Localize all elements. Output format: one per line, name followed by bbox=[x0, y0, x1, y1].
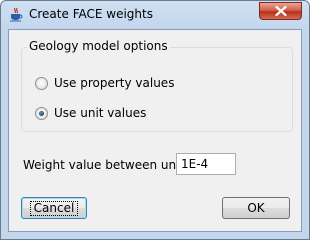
ok-button[interactable]: OK bbox=[222, 197, 290, 219]
close-button[interactable] bbox=[259, 2, 302, 20]
cancel-button[interactable]: Cancel bbox=[21, 197, 87, 219]
radio-button-unchecked[interactable] bbox=[35, 76, 48, 90]
geology-options-group: Geology model options Use property value… bbox=[21, 39, 293, 132]
weight-value-input[interactable] bbox=[176, 153, 236, 175]
window-title: Create FACE weights bbox=[29, 7, 153, 21]
title-bar[interactable]: Create FACE weights bbox=[1, 1, 309, 29]
ok-button-label: OK bbox=[247, 201, 265, 215]
radio-label: Use property values bbox=[54, 76, 175, 90]
group-title: Geology model options bbox=[27, 39, 170, 53]
radio-use-property-values[interactable]: Use property values bbox=[35, 75, 174, 91]
java-cup-icon bbox=[9, 7, 23, 22]
close-icon bbox=[275, 6, 287, 16]
dialog-content: Geology model options Use property value… bbox=[8, 29, 302, 232]
radio-label: Use unit values bbox=[54, 106, 147, 120]
dialog-window: Create FACE weights Geology model option… bbox=[0, 0, 310, 240]
radio-button-checked[interactable] bbox=[35, 106, 48, 120]
radio-use-unit-values[interactable]: Use unit values bbox=[35, 105, 146, 121]
weight-value-label: Weight value between units: bbox=[23, 158, 195, 172]
cancel-button-label: Cancel bbox=[29, 200, 79, 216]
